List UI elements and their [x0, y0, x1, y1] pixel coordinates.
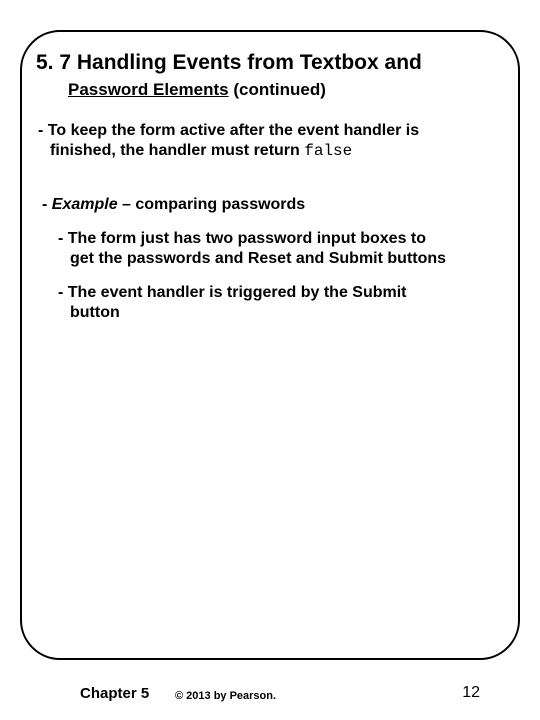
bullet-1-line-b: finished, the handler must return false: [38, 141, 352, 161]
footer-chapter: Chapter 5: [80, 685, 149, 702]
slide-body: - To keep the form active after the even…: [36, 121, 504, 323]
bullet-2-rest: – comparing passwords: [118, 196, 306, 213]
bullet-2-italic: Example: [52, 196, 118, 213]
bullet-1: - To keep the form active after the even…: [38, 121, 504, 161]
bullet-1-text: finished, the handler must return: [50, 142, 304, 159]
title-line-2: Password Elements (continued): [36, 76, 504, 102]
code-false: false: [304, 142, 352, 160]
bullet-1-line-a: - To keep the form active after the even…: [38, 122, 419, 139]
bullet-2-dash: -: [42, 196, 52, 213]
bullet-3-line-b: get the passwords and Reset and Submit b…: [70, 249, 504, 269]
title-underlined: Password Elements: [68, 80, 229, 99]
footer-copyright: © 2013 by Pearson.: [175, 690, 276, 702]
slide-frame: 5. 7 Handling Events from Textbox and Pa…: [20, 30, 520, 660]
bullet-4-line-b: button: [70, 303, 504, 323]
bullet-2: - Example – comparing passwords: [42, 195, 504, 215]
bullet-3-line-a: - The form just has two password input b…: [58, 229, 504, 249]
bullet-4-line-a: - The event handler is triggered by the …: [58, 283, 504, 303]
title-continued: (continued): [233, 80, 326, 99]
title-line-1: 5. 7 Handling Events from Textbox and: [36, 50, 504, 76]
slide-title: 5. 7 Handling Events from Textbox and Pa…: [36, 50, 504, 103]
footer-page-number: 12: [462, 684, 480, 702]
